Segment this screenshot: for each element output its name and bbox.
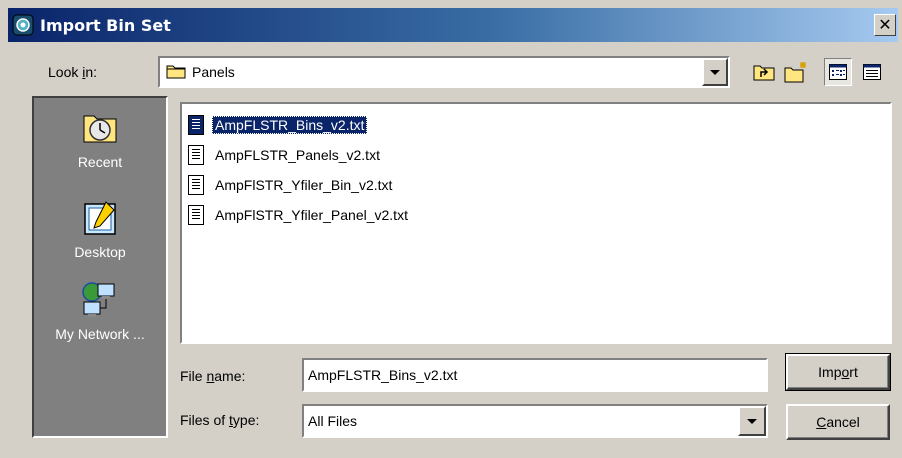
file-name-label: File name: [180,368,246,384]
file-name-input[interactable] [302,358,768,392]
file-name-text: AmpFLSTR_Bins_v2.txt [212,116,368,134]
file-type-value: All Files [308,413,358,429]
close-button[interactable]: ✕ [874,14,896,36]
window-title: Import Bin Set [40,15,171,35]
look-in-value: Panels [192,64,235,80]
folder-icon [166,63,186,82]
network-icon [80,280,120,320]
text-file-icon [188,145,204,165]
text-file-icon [188,175,204,195]
app-icon [12,14,34,36]
up-one-level-button[interactable] [750,58,778,86]
place-label: My Network ... [55,326,145,342]
place-desktop[interactable]: Desktop [34,198,166,260]
file-list[interactable]: AmpFLSTR_Bins_v2.txt AmpFLSTR_Panels_v2.… [180,102,892,344]
place-label: Desktop [74,244,126,260]
details-view-button[interactable] [858,58,886,86]
title-bar[interactable]: Import Bin Set ✕ [8,8,898,42]
file-item[interactable]: AmpFlSTR_Yfiler_Bin_v2.txt [188,172,395,198]
file-item[interactable]: AmpFLSTR_Bins_v2.txt [188,112,368,138]
place-recent[interactable]: Recent [34,108,166,170]
file-type-label: Files of type: [180,412,260,428]
chevron-down-icon [710,69,720,75]
place-network[interactable]: My Network ... [34,280,166,342]
details-view-icon [863,64,881,80]
look-in-label: Look in: [48,64,98,80]
file-type-dropdown-button[interactable] [738,406,766,436]
file-name-text: AmpFlSTR_Yfiler_Bin_v2.txt [215,177,393,193]
import-button[interactable]: Imp o rt [785,353,891,391]
text-file-icon [188,205,204,225]
up-one-level-icon [753,65,775,81]
new-folder-icon [784,61,807,83]
new-folder-button[interactable] [782,58,810,86]
cancel-button[interactable]: Cancel [786,404,890,440]
file-item[interactable]: AmpFlSTR_Yfiler_Panel_v2.txt [188,202,411,228]
file-name-text: AmpFlSTR_Yfiler_Panel_v2.txt [215,207,408,223]
list-view-button[interactable] [824,58,852,86]
file-item[interactable]: AmpFLSTR_Panels_v2.txt [188,142,383,168]
desktop-icon [80,198,120,238]
list-view-icon [829,64,847,80]
close-icon: ✕ [878,15,892,34]
file-name-text: AmpFLSTR_Panels_v2.txt [215,147,380,163]
look-in-combo[interactable]: Panels [158,56,730,88]
chevron-down-icon [747,418,757,424]
places-bar: Recent Desktop My Network ... [32,96,168,438]
recent-icon [80,108,120,148]
file-type-combo[interactable]: All Files [302,404,768,438]
look-in-dropdown-button[interactable] [702,58,728,86]
place-label: Recent [77,154,123,170]
text-file-icon [188,115,204,135]
